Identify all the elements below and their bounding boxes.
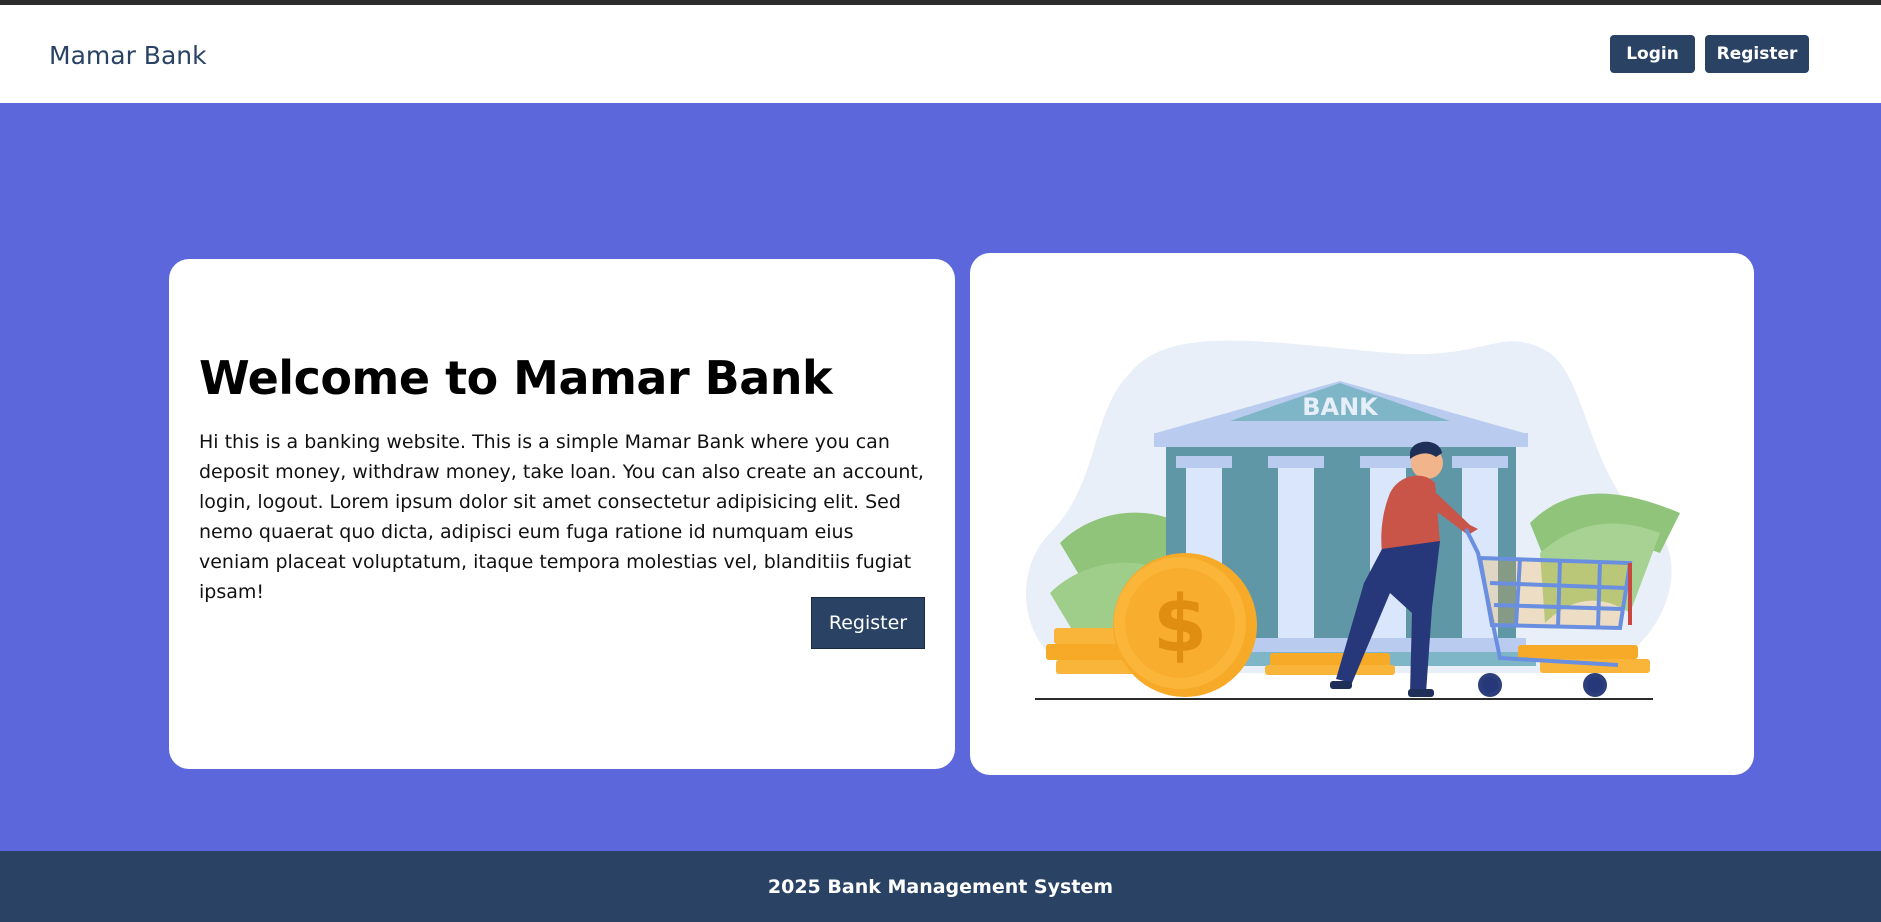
navbar: Mamar Bank Login Register — [0, 5, 1881, 103]
bank-illustration: BANK $ — [1026, 340, 1680, 700]
footer: 2025 Bank Management System — [0, 851, 1881, 922]
register-button[interactable]: Register — [1705, 35, 1809, 73]
welcome-card: Welcome to Mamar Bank Hi this is a banki… — [169, 259, 955, 769]
illustration-card: BANK $ — [970, 253, 1754, 775]
hero-description: Hi this is a banking website. This is a … — [199, 431, 924, 603]
brand-logo[interactable]: Mamar Bank — [49, 41, 207, 70]
bank-sign: BANK — [1302, 393, 1379, 421]
coin-symbol: $ — [1153, 580, 1207, 670]
dollar-coin-icon: $ — [1113, 553, 1257, 697]
hero-register-button[interactable]: Register — [811, 597, 925, 649]
footer-text: 2025 Bank Management System — [767, 875, 1114, 898]
page-title: Welcome to Mamar Bank — [199, 351, 833, 405]
login-button[interactable]: Login — [1610, 35, 1695, 73]
